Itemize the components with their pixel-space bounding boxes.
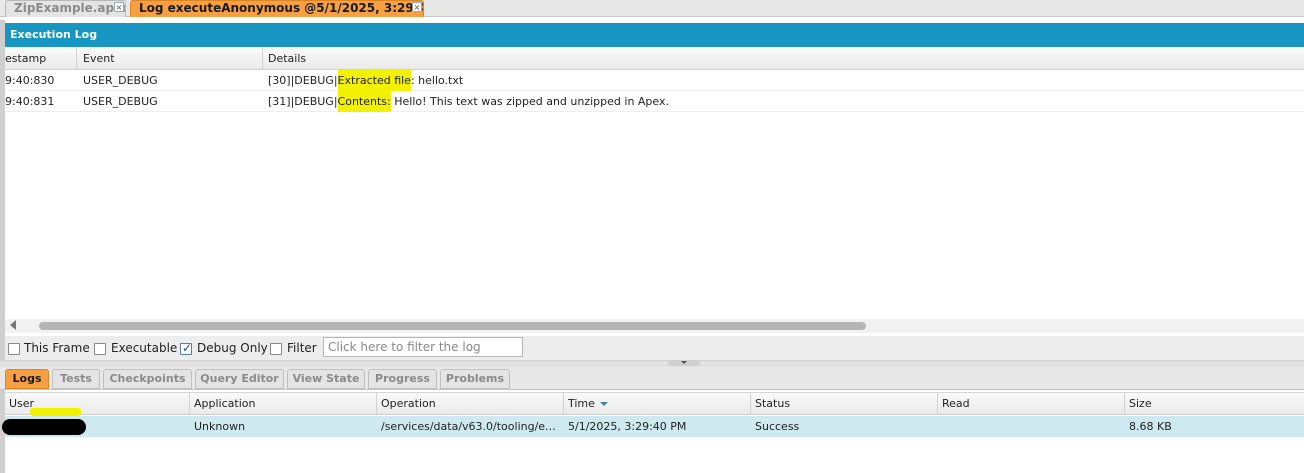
- cell-read: [938, 416, 1125, 437]
- panel-splitter[interactable]: [0, 360, 1304, 367]
- executable-label: Executable: [111, 341, 178, 355]
- close-icon[interactable]: ×: [412, 2, 422, 12]
- log-details: [31]|DEBUG|Contents: Hello! This text wa…: [268, 91, 669, 112]
- editor-tab-log-execute-anonymous[interactable]: Log executeAnonymous @5/1/2025, 3:29:40 …: [130, 0, 424, 17]
- log-event: USER_DEBUG: [83, 95, 158, 108]
- this-frame-checkbox[interactable]: [8, 343, 20, 355]
- log-details-suffix: : hello.txt: [410, 74, 464, 87]
- column-header-event[interactable]: Event: [77, 48, 263, 70]
- user-highlight-mark: [30, 408, 81, 416]
- column-header-application[interactable]: Application: [190, 393, 377, 415]
- log-details-prefix: [31]|DEBUG|: [268, 95, 338, 108]
- cell-time: 5/1/2025, 3:29:40 PM: [568, 420, 687, 433]
- column-header-details[interactable]: Details: [263, 48, 1304, 70]
- editor-tab-zipexample[interactable]: ZipExample.apxc ×: [5, 0, 126, 17]
- execution-log-title: Execution Log: [10, 28, 98, 41]
- log-details-highlight: Contents:: [337, 91, 391, 112]
- table-row[interactable]: Unknown /services/data/v63.0/tooling/exe…: [5, 416, 1304, 437]
- tab-query-editor[interactable]: Query Editor: [195, 369, 284, 389]
- editor-tab-label: ZipExample.apxc: [14, 1, 126, 15]
- scroll-left-arrow-icon[interactable]: [10, 320, 16, 330]
- column-header-size[interactable]: Size: [1125, 393, 1304, 415]
- log-event: USER_DEBUG: [83, 74, 158, 87]
- log-details-highlight: Extracted file: [337, 70, 411, 91]
- tab-view-state[interactable]: View State: [287, 369, 365, 389]
- tab-problems[interactable]: Problems: [440, 369, 510, 389]
- execution-log-header: Execution Log: [5, 23, 1304, 47]
- execution-log-column-header: estamp Event Details: [5, 48, 1304, 70]
- tab-progress[interactable]: Progress: [368, 369, 437, 389]
- log-filter-input[interactable]: [323, 337, 523, 357]
- log-timestamp: 9:40:831: [5, 95, 55, 108]
- filter-checkbox[interactable]: [270, 343, 282, 355]
- debug-only-label: Debug Only: [197, 341, 268, 355]
- horizontal-scrollbar-thumb[interactable]: [39, 322, 866, 330]
- tab-tests[interactable]: Tests: [52, 369, 100, 389]
- redaction-mark: [2, 419, 86, 435]
- column-header-read[interactable]: Read: [938, 393, 1125, 415]
- cell-operation: /services/data/v63.0/tooling/executeAnon…: [381, 420, 560, 433]
- splitter-grip[interactable]: [668, 360, 700, 366]
- log-details: [30]|DEBUG|Extracted file: hello.txt: [268, 70, 463, 91]
- column-header-operation[interactable]: Operation: [377, 393, 564, 415]
- executable-checkbox[interactable]: [94, 343, 106, 355]
- close-icon[interactable]: ×: [114, 2, 124, 12]
- collapse-arrow-icon: [681, 361, 687, 364]
- sort-descending-icon: [599, 402, 608, 406]
- log-details-suffix: Hello! This text was zipped and unzipped…: [390, 95, 669, 108]
- log-details-prefix: [30]|DEBUG|: [268, 74, 338, 87]
- debug-only-checkbox[interactable]: ✓: [180, 341, 193, 355]
- filter-label: Filter: [287, 341, 317, 355]
- cell-size: 8.68 KB: [1129, 420, 1172, 433]
- cell-application: Unknown: [194, 420, 246, 433]
- log-row[interactable]: 9:40:831 USER_DEBUG [31]|DEBUG|Contents:…: [5, 91, 1304, 112]
- this-frame-label: This Frame: [24, 341, 90, 355]
- column-header-time[interactable]: Time: [564, 393, 751, 415]
- column-header-timestamp[interactable]: estamp: [5, 48, 77, 70]
- logs-grid-header: User Application Operation Time Status R…: [5, 392, 1304, 415]
- cell-status: Success: [755, 420, 800, 433]
- column-header-status[interactable]: Status: [751, 393, 938, 415]
- tab-checkpoints[interactable]: Checkpoints: [103, 369, 192, 389]
- log-row[interactable]: 9:40:830 USER_DEBUG [30]|DEBUG|Extracted…: [5, 70, 1304, 91]
- editor-tab-label: Log executeAnonymous @5/1/2025, 3:29:40 …: [139, 1, 423, 15]
- tab-logs[interactable]: Logs: [5, 369, 49, 389]
- checkmark-icon: ✓: [182, 341, 193, 355]
- log-timestamp: 9:40:830: [5, 74, 55, 87]
